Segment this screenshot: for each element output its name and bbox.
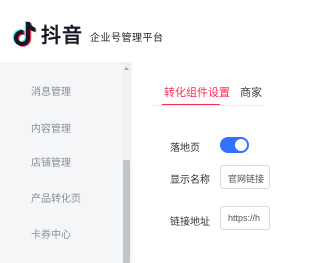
toggle-knob <box>235 139 247 151</box>
landing-page-label: 落地页 <box>170 143 200 154</box>
sidebar-item-coupons[interactable]: 卡券中心 <box>31 226 71 241</box>
link-url-input[interactable]: https://h <box>220 206 270 230</box>
douyin-logo-icon[interactable] <box>12 20 38 48</box>
scroll-up-arrow-icon[interactable] <box>122 64 131 73</box>
scrollbar-thumb[interactable] <box>123 160 130 263</box>
display-name-input[interactable]: 官网链接 <box>220 165 270 189</box>
sidebar-item-store[interactable]: 店铺管理 <box>31 154 71 169</box>
sidebar-item-messages[interactable]: 消息管理 <box>31 83 71 98</box>
tab-merchant[interactable]: 商家 <box>240 84 262 100</box>
app-name: 抖音 <box>41 25 83 47</box>
platform-subtitle: 企业号管理平台 <box>90 33 164 44</box>
top-header: 抖音 企业号管理平台 <box>0 0 264 62</box>
tab-conversion-component-settings[interactable]: 转化组件设置 <box>164 84 230 100</box>
link-url-label: 链接地址 <box>170 217 210 228</box>
sidebar-item-content[interactable]: 内容管理 <box>31 120 71 135</box>
sidebar-item-product-conversion[interactable]: 产品转化页 <box>31 190 81 205</box>
tab-divider <box>150 105 264 106</box>
landing-page-toggle[interactable] <box>220 137 249 153</box>
display-name-label: 显示名称 <box>170 175 210 186</box>
